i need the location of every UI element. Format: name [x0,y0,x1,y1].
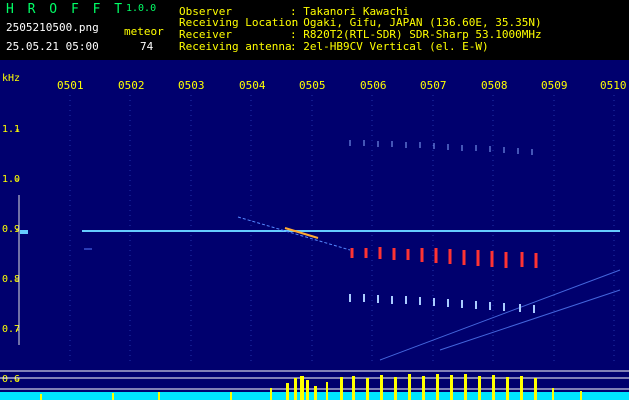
diagonal-echo [284,227,319,239]
diagonal-streak [237,216,351,251]
echo-upper [349,140,533,155]
echo-column [350,247,538,268]
faint-diagonal [379,269,621,361]
signal-traces [0,95,629,400]
echo-lower [349,294,535,313]
